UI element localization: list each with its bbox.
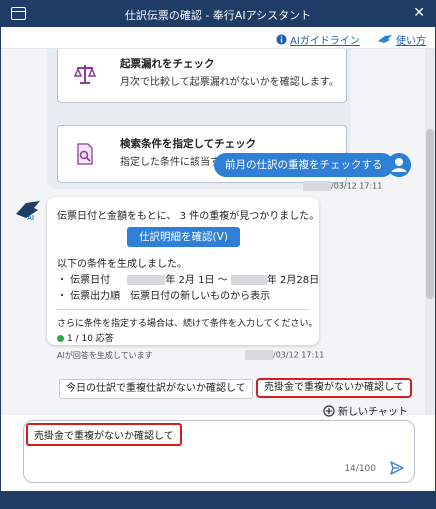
window-title: 仕訳伝票の確認 - 奉行AIアシスタント	[124, 9, 312, 22]
user-avatar-icon	[387, 153, 411, 177]
view-journal-details-button[interactable]: 仕訳明細を確認(V)	[127, 227, 240, 247]
close-icon[interactable]: ✕	[413, 5, 425, 21]
bot-conditions-intro: 以下の条件を生成しました。	[57, 259, 187, 270]
scrollbar-thumb[interactable]	[426, 129, 434, 299]
ai-guideline-label: AIガイドライン	[290, 36, 360, 47]
ai-guideline-link[interactable]: AIガイドライン	[276, 32, 360, 47]
response-counter: 1 / 10 応答	[57, 331, 114, 344]
redacted-year	[303, 181, 331, 191]
response-count: 1 / 10 応答	[67, 334, 114, 344]
bot-message: 伝票日付と金額をもとに、 3 件の重複が見つかりました。 仕訳明細を確認(V) …	[47, 197, 319, 345]
send-icon[interactable]	[390, 461, 404, 475]
bot-followup: さらに条件を指定する場合は、続けて条件を入力してください。	[57, 319, 318, 329]
option-card-missing-entries[interactable]: 起票漏れをチェック 月次で比較して起票漏れがないかを確認します。	[57, 49, 347, 103]
footer-bar	[1, 491, 435, 509]
howto-link[interactable]: 使い方	[377, 32, 426, 47]
scale-icon	[73, 65, 97, 84]
plus-circle-icon	[323, 404, 335, 417]
redacted-year	[245, 350, 273, 360]
chat-area[interactable]: 起票漏れをチェック 月次で比較して起票漏れがないかを確認します。 検索条件を指定…	[1, 49, 435, 415]
status-dot-icon	[57, 335, 64, 342]
chat-scrollbar[interactable]	[425, 49, 435, 415]
bot-summary: 伝票日付と金額をもとに、 3 件の重複が見つかりました。	[57, 211, 320, 222]
svg-text:AI: AI	[27, 215, 34, 222]
message-input-value: 売掛金で重複がないか確認して	[26, 423, 182, 446]
document-search-icon	[77, 143, 93, 165]
condition-date-label: ・ 伝票日付	[57, 275, 111, 286]
ai-disclaimer: AIが回答を生成しています	[57, 351, 153, 360]
user-message: 前月の仕訳の重複をチェックする	[214, 153, 394, 177]
option-title: 検索条件を指定してチェック	[120, 138, 257, 150]
option-description: 月次で比較して起票漏れがないかを確認します。	[120, 77, 339, 88]
bot-avatar-icon: AI	[16, 201, 40, 222]
redacted-year	[127, 275, 166, 285]
new-chat-label: 新しいチャット	[338, 407, 408, 418]
suggestion-chip-receivables-duplicates[interactable]: 売掛金で重複がないか確認して	[256, 378, 412, 398]
toolbar: AIガイドライン 使い方	[1, 27, 435, 49]
user-message-timestamp: /03/12 17:11	[331, 181, 383, 191]
divider	[57, 309, 309, 310]
howto-label: 使い方	[396, 36, 426, 47]
option-title: 起票漏れをチェック	[120, 58, 215, 70]
bot-condition-date: ・ 伝票日付 年 2月 1日 ～ 年 2月28日	[57, 271, 319, 286]
suggestion-chip-today-duplicates[interactable]: 今日の仕訳で重複仕訳がないか確認して	[59, 379, 253, 399]
condition-date-to: 年 2月28日	[266, 275, 320, 286]
bot-condition-order: ・ 伝票出力順 伝票日付の新しいものから表示	[57, 291, 271, 302]
message-input[interactable]: 売掛金で重複がないか確認して 14/100	[23, 420, 415, 483]
assistant-window: 仕訳伝票の確認 - 奉行AIアシスタント ✕ AIガイドライン 使い方 起票漏れ…	[0, 0, 436, 509]
new-chat-button[interactable]: 新しいチャット	[323, 403, 408, 418]
condition-date-from: 年 2月 1日 ～	[165, 275, 228, 286]
bot-message-meta: /03/12 17:11	[245, 350, 324, 360]
character-counter: 14/100	[344, 464, 376, 474]
info-icon	[276, 34, 287, 45]
bot-message-timestamp: /03/12 17:11	[273, 350, 325, 360]
redacted-year	[230, 275, 267, 285]
title-bar: 仕訳伝票の確認 - 奉行AIアシスタント ✕	[1, 1, 435, 27]
bird-icon	[378, 35, 392, 43]
user-message-meta: /03/12 17:11	[303, 181, 382, 191]
